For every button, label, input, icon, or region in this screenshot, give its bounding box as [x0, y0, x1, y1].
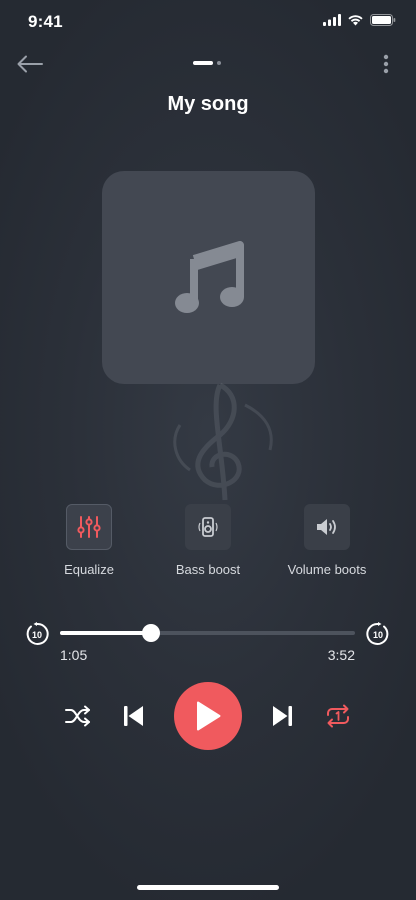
page-dot-active [193, 61, 213, 65]
album-artwork [102, 171, 315, 384]
play-button[interactable] [174, 682, 242, 750]
forward-10-icon: 10 [366, 622, 389, 645]
progress-thumb[interactable] [141, 624, 160, 642]
volume-boost-button[interactable] [304, 504, 350, 550]
bass-boost-label: Bass boost [175, 562, 241, 577]
rewind-10-text: 10 [32, 630, 42, 640]
skip-next-icon [273, 706, 292, 726]
volume-icon [317, 519, 336, 535]
status-icons [323, 14, 396, 26]
rewind-10-button[interactable]: 10 [25, 622, 49, 646]
volume-boost-label: Volume boots [287, 562, 367, 577]
page-dot [217, 61, 221, 65]
treble-clef-decoration [173, 382, 273, 501]
song-title: My song [167, 93, 249, 115]
arrow-left-icon [17, 55, 43, 73]
equalize-button[interactable] [66, 504, 112, 550]
speaker-icon [198, 517, 218, 537]
equalize-label: Equalize [64, 562, 114, 577]
music-note-icon [174, 240, 244, 313]
effect-equalize[interactable]: Equalize [29, 504, 149, 577]
forward-10-text: 10 [373, 630, 383, 640]
page-indicator[interactable] [193, 61, 221, 65]
repeat-one-icon [327, 704, 349, 728]
play-icon [197, 701, 221, 731]
signal-icon [323, 14, 341, 26]
previous-button[interactable] [118, 702, 148, 730]
skip-previous-icon [124, 706, 143, 726]
battery-icon [370, 14, 396, 26]
rewind-10-icon: 10 [26, 622, 49, 645]
forward-10-button[interactable]: 10 [366, 622, 390, 646]
effect-bass-boost[interactable]: Bass boost [148, 504, 268, 577]
equalizer-icon [77, 516, 101, 538]
more-options-button[interactable] [378, 52, 394, 76]
next-button[interactable] [268, 702, 298, 730]
time-elapsed: 1:05 [60, 647, 88, 663]
progress-fill [60, 631, 151, 635]
shuffle-icon [65, 705, 90, 727]
bass-boost-button[interactable] [185, 504, 231, 550]
effect-volume-boost[interactable]: Volume boots [267, 504, 387, 577]
status-time: 9:41 [28, 12, 63, 31]
more-vertical-icon [383, 54, 389, 74]
time-total: 3:52 [327, 647, 355, 663]
back-button[interactable] [14, 50, 46, 78]
repeat-one-button[interactable] [323, 702, 353, 730]
home-indicator[interactable] [137, 885, 279, 890]
shuffle-button[interactable] [63, 702, 93, 730]
wifi-icon [348, 15, 363, 26]
